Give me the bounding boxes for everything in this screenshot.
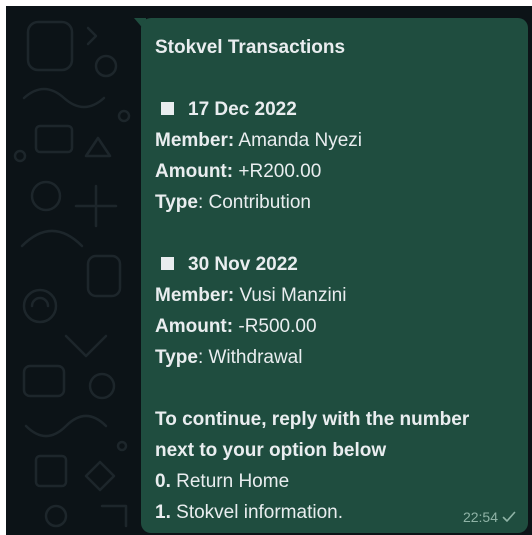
transaction-entry: 17 Dec 2022 Member: Amanda Nyezi Amount:… (155, 94, 514, 218)
option-item: 1. Stokvel information. (155, 502, 343, 523)
message-meta: 22:54 (463, 509, 516, 525)
square-bullet-icon (161, 102, 174, 115)
message-time: 22:54 (462, 509, 498, 525)
prompt-line-1: To continue, reply with the number (155, 409, 470, 430)
transaction-amount: Amount: +R200.00 (155, 161, 322, 182)
transaction-member: Member: Vusi Manzini (155, 285, 347, 306)
transaction-date: 17 Dec 2022 (155, 94, 514, 125)
transaction-amount: Amount: -R500.00 (155, 316, 317, 337)
single-check-icon (502, 511, 516, 522)
transaction-member: Member: Amanda Nyezi (155, 130, 362, 151)
transaction-date: 30 Nov 2022 (155, 249, 514, 280)
option-item: 0. Return Home (155, 471, 290, 492)
square-bullet-icon (161, 257, 174, 270)
prompt-line-2: next to your option below (155, 440, 387, 461)
chat-window: Stokvel Transactions 17 Dec 2022 Member:… (6, 6, 532, 535)
message-title: Stokvel Transactions (155, 37, 346, 58)
transaction-type: Type: Contribution (155, 192, 311, 213)
message-bubble[interactable]: Stokvel Transactions 17 Dec 2022 Member:… (141, 18, 528, 533)
transaction-entry: 30 Nov 2022 Member: Vusi Manzini Amount:… (155, 249, 514, 373)
transaction-type: Type: Withdrawal (155, 347, 303, 368)
